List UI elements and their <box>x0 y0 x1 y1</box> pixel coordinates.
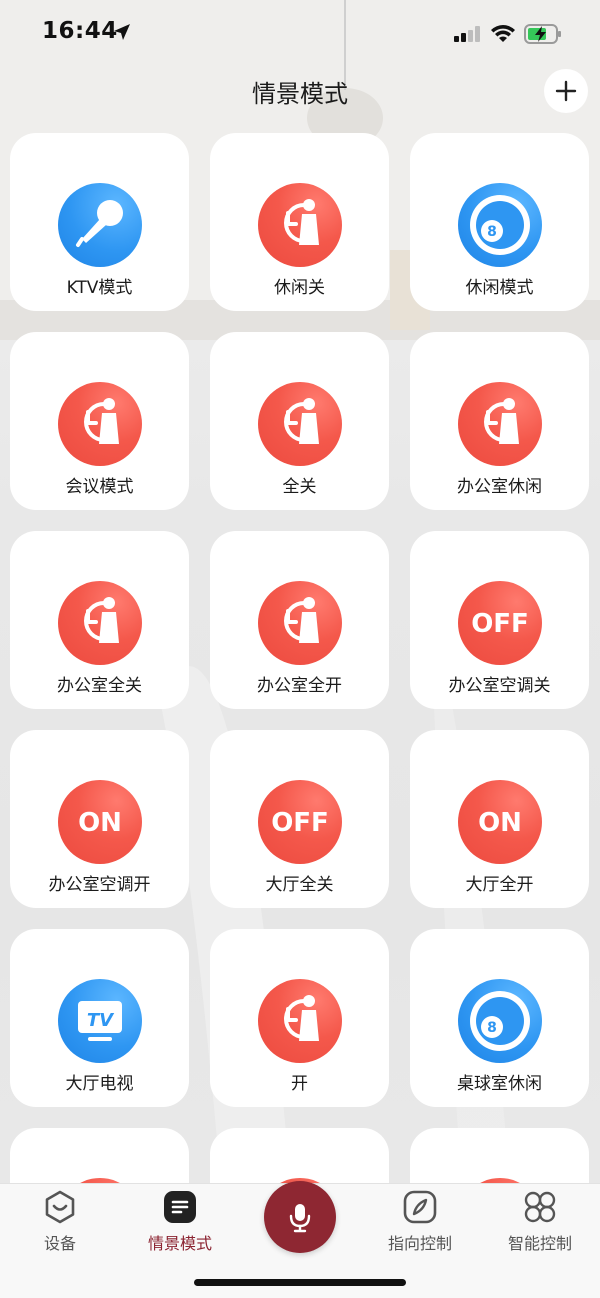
svg-text:OFF: OFF <box>471 609 529 639</box>
plus-icon <box>555 80 577 102</box>
scene-label: 办公室空调关 <box>448 676 551 696</box>
off-icon: OFF <box>457 581 542 665</box>
scene-label: 全关 <box>282 477 317 497</box>
compass-icon <box>403 1190 437 1224</box>
scene-card[interactable]: KTV模式 <box>10 133 189 311</box>
scene-card[interactable]: 办公室全关 <box>10 531 189 709</box>
svg-text:ON: ON <box>478 808 522 838</box>
tab-label: 设备 <box>43 1234 76 1253</box>
on-icon: ON <box>57 780 142 864</box>
scene-card[interactable]: ON 大厅全开 <box>410 730 589 908</box>
scene-card[interactable] <box>10 1128 189 1183</box>
svg-text:OFF: OFF <box>271 808 329 838</box>
clock-person-icon <box>257 183 342 267</box>
device-face-icon <box>45 1190 75 1224</box>
clock-person-icon <box>457 382 542 466</box>
scene-label: 休闲模式 <box>465 278 534 298</box>
scene-label: 桌球室休闲 <box>457 1074 542 1094</box>
tab-label: 情景模式 <box>147 1234 212 1253</box>
scene-card[interactable]: OFF 办公室空调关 <box>410 531 589 709</box>
battery-charging-icon <box>524 24 561 44</box>
tv-icon: TV <box>57 979 142 1063</box>
voice-input-button[interactable] <box>264 1181 336 1253</box>
scene-card[interactable]: OFF 大厅全关 <box>210 730 389 908</box>
on-icon: ON <box>457 780 542 864</box>
billiard-ball-icon: 8 <box>457 183 542 267</box>
scene-card[interactable]: 8 桌球室休闲 <box>410 929 589 1107</box>
scene-grid: KTV模式 休闲关 8 休闲模式会议模式 全关 办公室休闲办公室全关 办公室全开 OFF 办公室… <box>10 133 590 1183</box>
tab-devices[interactable]: 设备 <box>5 1188 115 1258</box>
scene-label: KTV模式 <box>66 278 133 298</box>
svg-text:8: 8 <box>487 224 497 240</box>
scene-label: 办公室全开 <box>257 676 342 696</box>
clock-person-icon <box>257 581 342 665</box>
microphone-icon <box>57 183 142 267</box>
scene-card[interactable]: 会议模式 <box>10 332 189 510</box>
tab-scenes[interactable]: 情景模式 <box>125 1188 235 1258</box>
scene-card[interactable]: TV 大厅电视 <box>10 929 189 1107</box>
clock-person-icon <box>57 581 142 665</box>
scene-label: 大厅全开 <box>465 875 534 895</box>
svg-text:ON: ON <box>78 808 122 838</box>
scene-label: 大厅全关 <box>265 875 334 895</box>
scene-label: 开 <box>291 1074 308 1094</box>
tab-smart-control[interactable]: 智能控制 <box>485 1188 595 1258</box>
svg-text:8: 8 <box>487 1020 497 1036</box>
scene-card[interactable]: 全关 <box>210 332 389 510</box>
tab-label: 指向控制 <box>387 1234 452 1253</box>
home-indicator <box>194 1279 406 1286</box>
scene-label: 办公室空调开 <box>48 875 151 895</box>
scene-card[interactable]: 办公室全开 <box>210 531 389 709</box>
scene-card[interactable]: ON 办公室空调开 <box>10 730 189 908</box>
scene-label: 休闲关 <box>274 278 325 298</box>
clock-person-icon <box>257 382 342 466</box>
status-time: 16:44 <box>42 18 118 44</box>
status-bar: 16:44 <box>0 0 600 66</box>
billiard-ball-icon: 8 <box>457 979 542 1063</box>
scene-label: 会议模式 <box>65 477 134 497</box>
scene-card[interactable] <box>410 1128 589 1183</box>
off-icon: OFF <box>257 780 342 864</box>
add-scene-button[interactable] <box>544 69 588 113</box>
scene-card[interactable] <box>210 1128 389 1183</box>
scene-label: 办公室全关 <box>57 676 142 696</box>
location-arrow-icon <box>114 24 130 40</box>
cellular-signal-icon <box>454 26 480 42</box>
microphone-icon <box>289 1204 311 1233</box>
clock-person-icon <box>257 979 342 1063</box>
scene-card[interactable]: 开 <box>210 929 389 1107</box>
scene-card[interactable]: 8 休闲模式 <box>410 133 589 311</box>
tab-direction-control[interactable]: 指向控制 <box>365 1188 475 1258</box>
scene-label: 办公室休闲 <box>457 477 542 497</box>
clock-person-icon <box>57 382 142 466</box>
scene-list-icon <box>164 1191 196 1223</box>
grid-clover-icon <box>524 1191 556 1223</box>
scene-label: 大厅电视 <box>65 1074 134 1094</box>
scene-card[interactable]: 休闲关 <box>210 133 389 311</box>
wifi-icon <box>491 25 515 42</box>
tab-label: 智能控制 <box>507 1234 572 1253</box>
scene-card[interactable]: 办公室休闲 <box>410 332 589 510</box>
svg-text:TV: TV <box>86 1010 114 1031</box>
page-title: 情景模式 <box>252 80 348 108</box>
